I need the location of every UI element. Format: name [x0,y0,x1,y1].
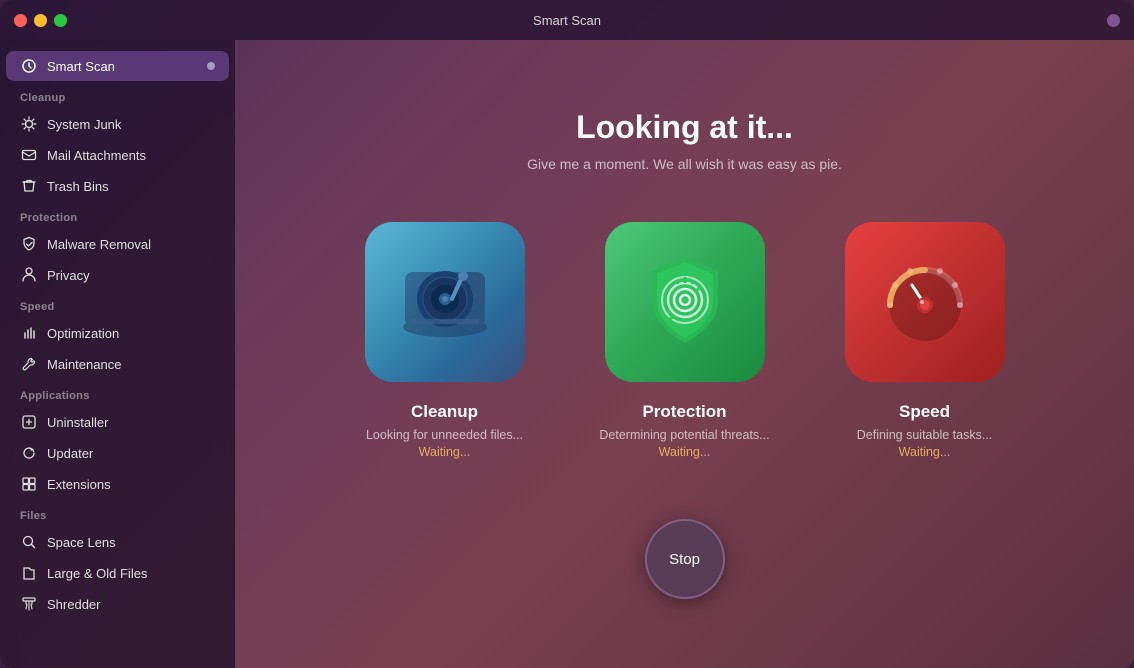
large-old-files-label: Large & Old Files [47,566,147,581]
speed-card: Speed Defining suitable tasks... Waiting… [835,222,1015,459]
app-window: Smart Scan Smart Scan Cleanup [0,0,1134,668]
title-bar: Smart Scan [0,0,1134,40]
minimize-button[interactable] [34,14,47,27]
protection-card: Protection Determining potential threats… [595,222,775,459]
speed-card-title: Speed [899,402,950,422]
sidebar-item-trash-bins[interactable]: Trash Bins [6,171,229,201]
large-old-files-icon [20,564,38,582]
sidebar-item-smart-scan[interactable]: Smart Scan [6,51,229,81]
optimization-icon [20,324,38,342]
shredder-icon [20,595,38,613]
updater-icon [20,444,38,462]
mail-attachments-label: Mail Attachments [47,148,146,163]
optimization-label: Optimization [47,326,119,341]
section-cleanup-label: Cleanup [0,82,235,108]
cleanup-card-waiting: Waiting... [419,445,471,459]
sidebar: Smart Scan Cleanup System Junk [0,40,235,668]
protection-icon-container [605,222,765,382]
sidebar-item-large-old-files[interactable]: Large & Old Files [6,558,229,588]
sidebar-item-uninstaller[interactable]: Uninstaller [6,407,229,437]
sidebar-item-privacy[interactable]: Privacy [6,260,229,290]
main-layout: Smart Scan Cleanup System Junk [0,40,1134,668]
trash-bins-icon [20,177,38,195]
cleanup-icon-container [365,222,525,382]
speed-card-waiting: Waiting... [899,445,951,459]
stop-button[interactable]: Stop [645,519,725,599]
sidebar-item-space-lens[interactable]: Space Lens [6,527,229,557]
scan-cards: Cleanup Looking for unneeded files... Wa… [355,222,1015,459]
sidebar-item-maintenance[interactable]: Maintenance [6,349,229,379]
protection-card-waiting: Waiting... [659,445,711,459]
smart-scan-label: Smart Scan [47,59,115,74]
subheadline: Give me a moment. We all wish it was eas… [527,156,842,172]
close-button[interactable] [14,14,27,27]
speed-card-status: Defining suitable tasks... [857,428,993,442]
privacy-label: Privacy [47,268,90,283]
sidebar-item-optimization[interactable]: Optimization [6,318,229,348]
section-files-label: Files [0,500,235,526]
space-lens-icon [20,533,38,551]
system-junk-icon [20,115,38,133]
speed-icon-container [845,222,1005,382]
uninstaller-label: Uninstaller [47,415,108,430]
sidebar-item-extensions[interactable]: Extensions [6,469,229,499]
headline: Looking at it... [576,109,793,146]
cleanup-card: Cleanup Looking for unneeded files... Wa… [355,222,535,459]
smart-scan-active-dot [207,62,215,70]
uninstaller-icon [20,413,38,431]
protection-card-status: Determining potential threats... [599,428,769,442]
protection-card-title: Protection [642,402,726,422]
maintenance-icon [20,355,38,373]
traffic-lights [14,14,67,27]
mail-attachments-icon [20,146,38,164]
space-lens-label: Space Lens [47,535,116,550]
sidebar-item-system-junk[interactable]: System Junk [6,109,229,139]
malware-removal-label: Malware Removal [47,237,151,252]
maintenance-label: Maintenance [47,357,121,372]
privacy-icon [20,266,38,284]
extensions-label: Extensions [47,477,111,492]
title-bar-dot [1107,14,1120,27]
content-area: Looking at it... Give me a moment. We al… [235,40,1134,668]
sidebar-item-shredder[interactable]: Shredder [6,589,229,619]
window-title: Smart Scan [533,13,601,28]
cleanup-card-status: Looking for unneeded files... [366,428,523,442]
cleanup-card-title: Cleanup [411,402,478,422]
extensions-icon [20,475,38,493]
system-junk-label: System Junk [47,117,121,132]
shredder-label: Shredder [47,597,100,612]
trash-bins-label: Trash Bins [47,179,109,194]
section-speed-label: Speed [0,291,235,317]
sidebar-item-malware-removal[interactable]: Malware Removal [6,229,229,259]
section-applications-label: Applications [0,380,235,406]
updater-label: Updater [47,446,93,461]
malware-removal-icon [20,235,38,253]
sidebar-item-updater[interactable]: Updater [6,438,229,468]
maximize-button[interactable] [54,14,67,27]
sidebar-item-mail-attachments[interactable]: Mail Attachments [6,140,229,170]
smart-scan-icon [20,57,38,75]
section-protection-label: Protection [0,202,235,228]
